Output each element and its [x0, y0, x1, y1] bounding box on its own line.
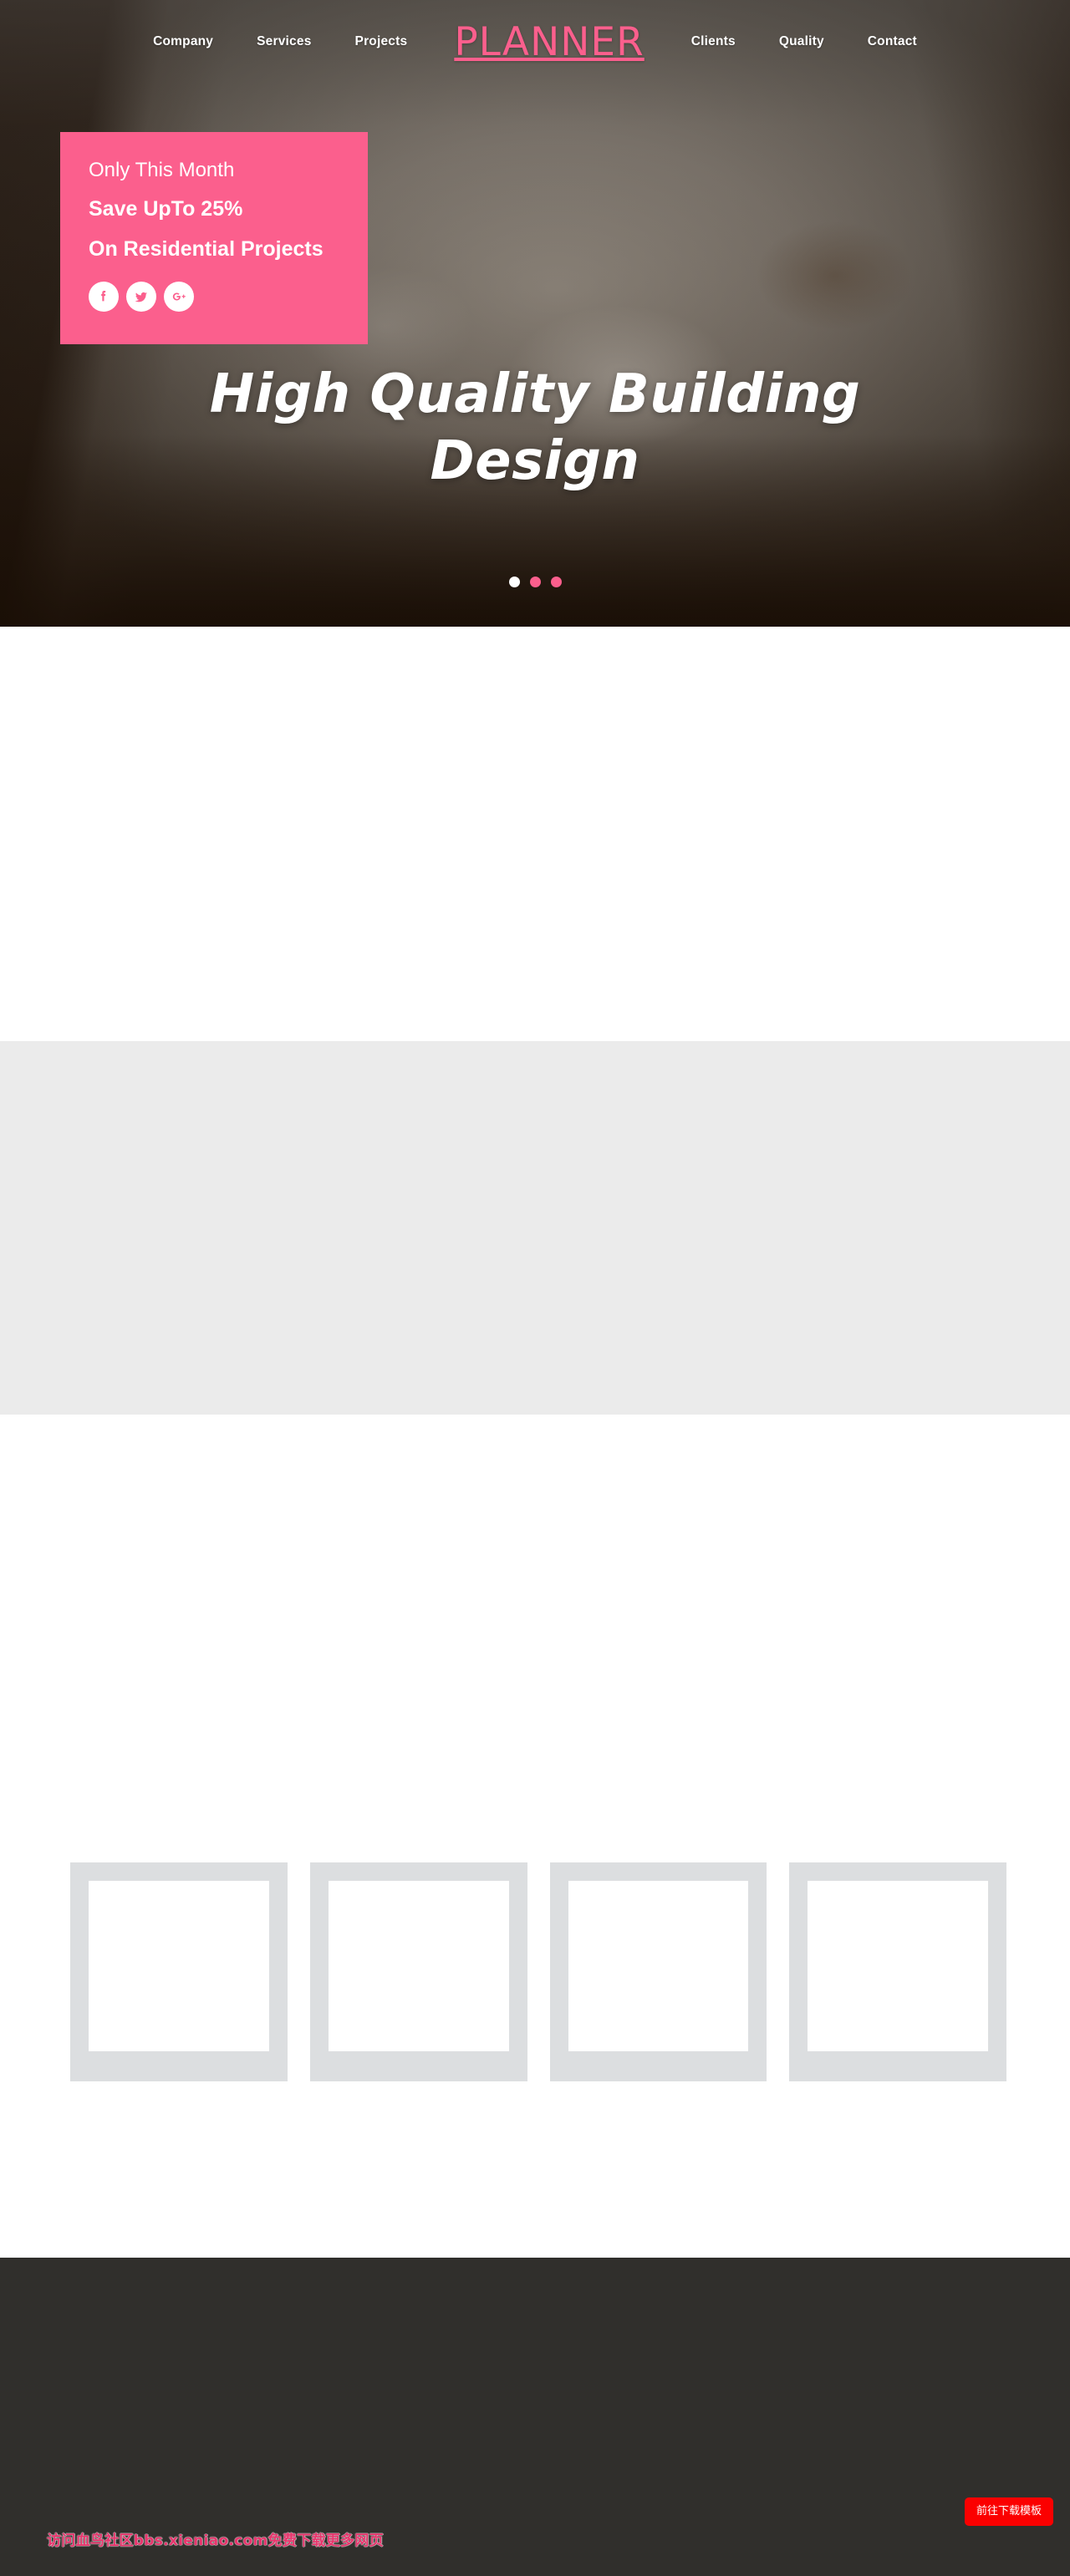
- hero-headline: High Quality Building Design: [209, 363, 861, 492]
- footer-watermark-text: 访问血鸟社区bbs.xieniao.com免费下载更多网页: [47, 2533, 384, 2549]
- nav-item-company[interactable]: Company: [131, 34, 235, 49]
- google-plus-icon[interactable]: [164, 282, 194, 312]
- social-links: [89, 282, 368, 312]
- nav-item-contact[interactable]: Contact: [846, 34, 939, 49]
- nav-item-projects[interactable]: Projects: [334, 34, 430, 49]
- nav-inner: Company Services Projects PLANNER Client…: [131, 23, 939, 62]
- hero-section: Company Services Projects PLANNER Client…: [0, 0, 1070, 627]
- nav-item-quality[interactable]: Quality: [757, 34, 846, 49]
- content-section-services: [0, 1041, 1070, 1415]
- site-footer: 访问血鸟社区bbs.xieniao.com免费下载更多网页 前往下载模板: [0, 2258, 1070, 2576]
- image-placeholder-inner: [808, 1881, 988, 2051]
- site-logo[interactable]: PLANNER: [429, 23, 669, 62]
- image-placeholder-1[interactable]: [70, 1862, 288, 2081]
- carousel-dot-2[interactable]: [529, 577, 541, 587]
- main-navigation: Company Services Projects PLANNER Client…: [0, 0, 1070, 84]
- carousel-dot-3[interactable]: [550, 577, 562, 587]
- facebook-icon[interactable]: [89, 282, 119, 312]
- promo-card: Only This Month Save UpTo 25% On Residen…: [60, 132, 368, 344]
- nav-item-services[interactable]: Services: [235, 34, 333, 49]
- content-section-gallery: [0, 1415, 1070, 2258]
- image-placeholder-inner: [89, 1881, 269, 2051]
- twitter-icon[interactable]: [126, 282, 156, 312]
- image-placeholder-4[interactable]: [789, 1862, 1006, 2081]
- carousel-dot-1[interactable]: [508, 577, 520, 587]
- image-placeholder-inner: [568, 1881, 749, 2051]
- nav-item-clients[interactable]: Clients: [670, 34, 757, 49]
- image-placeholder-2[interactable]: [309, 1862, 527, 2081]
- promo-line-2: Save UpTo 25%: [89, 197, 243, 221]
- promo-line-3: On Residential Projects: [89, 237, 324, 261]
- carousel-dots: [0, 577, 1070, 587]
- gallery-frames: [70, 1862, 1006, 2081]
- image-placeholder-inner: [328, 1881, 509, 2051]
- image-placeholder-3[interactable]: [549, 1862, 767, 2081]
- content-section-about: [0, 627, 1070, 1041]
- download-template-button[interactable]: 前往下载模板: [964, 2497, 1053, 2526]
- promo-line-1: Only This Month: [89, 159, 235, 181]
